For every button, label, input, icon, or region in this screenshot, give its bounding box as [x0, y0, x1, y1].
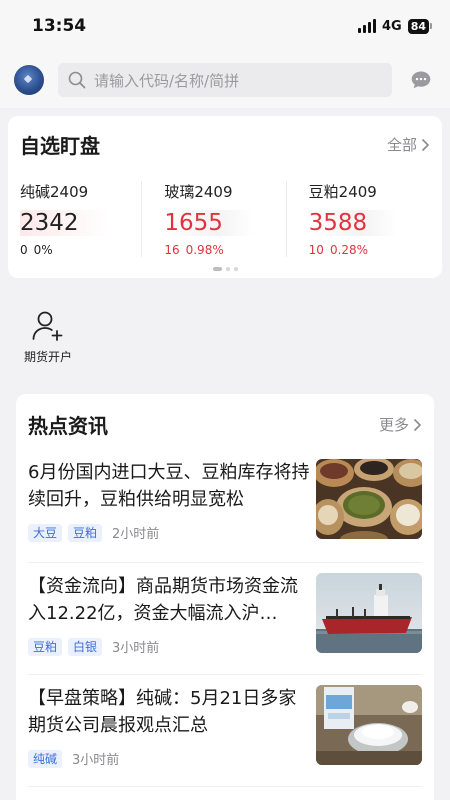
- quote-change-pct: 0.98%: [185, 243, 224, 257]
- message-icon[interactable]: [406, 70, 436, 90]
- avatar[interactable]: [14, 65, 44, 95]
- page-dot: [225, 267, 230, 271]
- status-time: 13:54: [32, 16, 87, 36]
- search-row: 请输入代码/名称/简拼: [0, 52, 450, 108]
- quote-name: 豆粕2409: [308, 183, 377, 201]
- news-time: 3小时前: [112, 641, 160, 656]
- quote-price: 1655: [164, 210, 253, 236]
- battery-tip: [430, 23, 432, 29]
- watchlist-header: 自选盯盘 全部: [20, 130, 430, 159]
- page-dot: [212, 267, 222, 271]
- news-item-title: 【早盘策略】纯碱：5月21日多家期货公司晨报观点汇总: [28, 688, 297, 736]
- news-more-link[interactable]: 更多: [379, 414, 422, 435]
- quote-change-value: 16: [164, 243, 180, 257]
- network-type: 4G: [381, 18, 402, 34]
- news-meta: 纯碱 3小时前: [28, 749, 313, 768]
- page-dot: [233, 267, 238, 271]
- quote-change: 10 0.28%: [309, 243, 422, 257]
- news-tag[interactable]: 豆粕: [28, 637, 63, 656]
- news-meta: 大豆 豆粕 2小时前: [28, 523, 313, 542]
- watchlist-all-link[interactable]: 全部: [387, 134, 430, 155]
- news-text: 【资金流向】商品期货市场资金流入12.22亿，资金大幅流入沪… 豆粕 白银 3小…: [28, 573, 313, 674]
- news-list: 6月份国内进口大豆、豆粕库存将持续回升，豆粕供给明显宽松 大豆 豆粕 2小时前: [28, 459, 422, 787]
- search-icon: [68, 71, 86, 89]
- quote-price: 2342: [20, 210, 109, 236]
- news-header: 热点资讯 更多: [28, 410, 422, 439]
- news-time: 2小时前: [112, 527, 160, 542]
- page-indicator: [8, 267, 442, 271]
- search-placeholder: 请输入代码/名称/简拼: [94, 71, 240, 90]
- quote-price: 3588: [308, 210, 398, 236]
- quote-change: 16 0.98%: [164, 243, 277, 257]
- news-thumbnail-grain-sacks: [316, 459, 422, 539]
- news-item[interactable]: 【资金流向】商品期货市场资金流入12.22亿，资金大幅流入沪… 豆粕 白银 3小…: [28, 563, 422, 675]
- quote-name: 玻璃2409: [164, 183, 233, 201]
- quote-item[interactable]: 纯碱2409 2342 0 0%: [20, 181, 141, 257]
- news-more-label: 更多: [378, 416, 409, 434]
- news-time: 3小时前: [72, 753, 120, 768]
- open-account-shortcut[interactable]: 期货开户: [18, 310, 78, 365]
- quote-change-pct: 0%: [33, 243, 53, 257]
- quote-change-value: 10: [308, 243, 324, 257]
- status-bar: 13:54 4G 84: [0, 0, 450, 52]
- quote-change-pct: 0.28%: [329, 243, 369, 257]
- news-text: 【早盘策略】纯碱：5月21日多家期货公司晨报观点汇总 纯碱 3小时前: [28, 685, 313, 786]
- quote-item[interactable]: 玻璃2409 1655 16 0.98%: [141, 181, 285, 257]
- watchlist-title: 自选盯盘: [20, 134, 100, 158]
- add-user-icon: [32, 311, 63, 341]
- news-item-title: 6月份国内进口大豆、豆粕库存将持续回升，豆粕供给明显宽松: [28, 462, 310, 510]
- chevron-right-icon: [421, 138, 430, 151]
- watchlist-all-label: 全部: [386, 136, 417, 154]
- quote-change-value: 0: [20, 243, 28, 257]
- open-account-label: 期货开户: [23, 350, 72, 364]
- news-title: 热点资讯: [28, 414, 108, 438]
- news-tag[interactable]: 豆粕: [68, 523, 103, 542]
- news-tag[interactable]: 白银: [68, 637, 103, 656]
- news-item-title: 【资金流向】商品期货市场资金流入12.22亿，资金大幅流入沪…: [28, 576, 298, 624]
- signal-icon: [357, 19, 376, 33]
- quote-item[interactable]: 豆粕2409 3588 10 0.28%: [285, 181, 430, 257]
- news-item[interactable]: 6月份国内进口大豆、豆粕库存将持续回升，豆粕供给明显宽松 大豆 豆粕 2小时前: [28, 459, 422, 563]
- status-indicators: 4G 84: [357, 18, 432, 34]
- news-text: 6月份国内进口大豆、豆粕库存将持续回升，豆粕供给明显宽松 大豆 豆粕 2小时前: [28, 459, 313, 562]
- news-card: 热点资讯 更多 6月份国内进口大豆、豆粕库存将持续回升，豆粕供给明显宽松 大豆 …: [16, 394, 434, 800]
- watchlist-card: 自选盯盘 全部 纯碱2409 2342 0 0% 玻璃2409 1655 16 …: [8, 116, 442, 278]
- quote-change: 0 0%: [20, 243, 133, 257]
- news-tag[interactable]: 纯碱: [28, 749, 63, 768]
- news-thumbnail-cargo-ship: [316, 573, 422, 653]
- chevron-right-icon: [413, 418, 422, 431]
- news-meta: 豆粕 白银 3小时前: [28, 637, 313, 656]
- news-item[interactable]: 【早盘策略】纯碱：5月21日多家期货公司晨报观点汇总 纯碱 3小时前: [28, 675, 422, 787]
- news-thumbnail-soda-powder: [316, 685, 422, 765]
- news-tag[interactable]: 大豆: [28, 523, 63, 542]
- quote-list: 纯碱2409 2342 0 0% 玻璃2409 1655 16 0.98% 豆粕…: [20, 181, 430, 257]
- quote-name: 纯碱2409: [20, 183, 89, 201]
- search-input[interactable]: 请输入代码/名称/简拼: [58, 63, 392, 97]
- battery-icon: 84: [407, 18, 429, 34]
